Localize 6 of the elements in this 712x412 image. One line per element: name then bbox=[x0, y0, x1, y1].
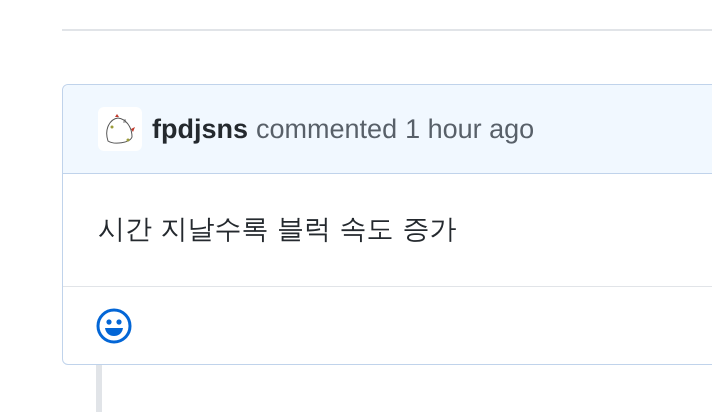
avatar-drawing bbox=[98, 107, 142, 151]
timestamp-link[interactable]: 1 hour ago bbox=[405, 108, 534, 150]
author-link[interactable]: fpdjsns bbox=[152, 108, 248, 150]
smiley-icon[interactable] bbox=[96, 308, 132, 344]
action-text: commented bbox=[256, 112, 398, 146]
comment-body: 시간 지날수록 블럭 속도 증가 bbox=[98, 212, 456, 247]
